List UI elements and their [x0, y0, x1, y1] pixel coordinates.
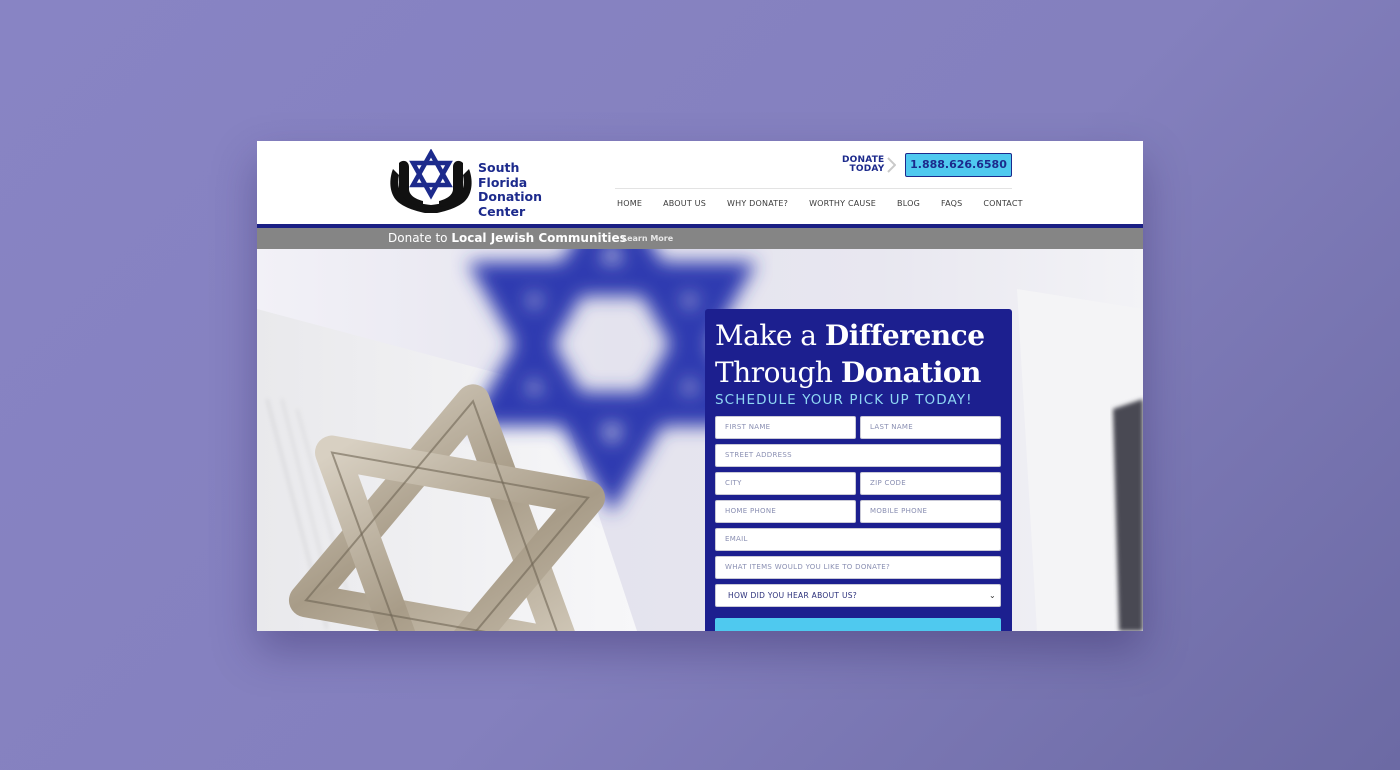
ribbon-text-prefix: Donate to	[388, 231, 452, 245]
form-subheading: SCHEDULE YOUR PICK UP TODAY!	[715, 392, 973, 408]
email-field[interactable]: EMAIL	[715, 528, 1001, 551]
logo-line: Center	[478, 203, 526, 219]
nav-divider	[615, 188, 1012, 189]
announcement-ribbon: Donate to Local Jewish Communities Learn…	[257, 228, 1143, 249]
last-name-field[interactable]: LAST NAME	[860, 416, 1001, 439]
nav-item-why-donate[interactable]: WHY DONATE?	[727, 199, 788, 213]
browser-screenshot-frame: South Florida Donation Center DONATE TOD…	[257, 141, 1143, 631]
first-name-field[interactable]: FIRST NAME	[715, 416, 856, 439]
referral-source-select[interactable]: HOW DID YOU HEAR ABOUT US? ⌄	[715, 584, 1001, 607]
heading-part: Make a	[715, 319, 825, 352]
heading-emphasis: Difference	[824, 319, 985, 352]
logo-wordmark: South Florida Donation Center	[478, 160, 558, 219]
donation-items-field[interactable]: WHAT ITEMS WOULD YOU LIKE TO DONATE?	[715, 556, 1001, 579]
donate-today-link[interactable]: DONATE TODAY	[842, 156, 897, 174]
home-phone-field[interactable]: HOME PHONE	[715, 500, 856, 523]
main-nav: HOME ABOUT US WHY DONATE? WORTHY CAUSE B…	[617, 199, 1023, 213]
site-logo[interactable]: South Florida Donation Center	[387, 149, 547, 218]
logo-line: Florida	[478, 174, 528, 190]
nav-item-contact[interactable]: CONTACT	[983, 199, 1022, 213]
zip-code-field[interactable]: ZIP CODE	[860, 472, 1001, 495]
nav-item-worthy-cause[interactable]: WORTHY CAUSE	[809, 199, 876, 213]
learn-more-link[interactable]: Learn More	[622, 234, 673, 243]
ribbon-text-bold: Local Jewish Communities	[451, 231, 627, 245]
site-header: South Florida Donation Center DONATE TOD…	[257, 141, 1143, 224]
pickup-form-card: Make a Difference Through Donation SCHED…	[705, 309, 1012, 631]
nav-item-blog[interactable]: BLOG	[897, 199, 920, 213]
submit-button[interactable]	[715, 618, 1001, 631]
form-heading: Make a Difference Through Donation	[715, 317, 1015, 391]
nav-item-about-us[interactable]: ABOUT US	[663, 199, 706, 213]
logo-line: Donation	[478, 189, 543, 204]
nav-item-home[interactable]: HOME	[617, 199, 642, 213]
heading-emphasis: Donation	[840, 356, 982, 389]
nav-item-faqs[interactable]: FAQS	[941, 199, 962, 213]
street-address-field[interactable]: STREET ADDRESS	[715, 444, 1001, 467]
chevron-right-icon	[887, 157, 897, 173]
phone-button[interactable]: 1.888.626.6580	[905, 153, 1012, 177]
city-field[interactable]: CITY	[715, 472, 856, 495]
logo-line: South	[478, 160, 520, 175]
donate-today-line2: TODAY	[849, 164, 885, 174]
mobile-phone-field[interactable]: MOBILE PHONE	[860, 500, 1001, 523]
ribbon-text: Donate to Local Jewish Communities	[388, 231, 627, 245]
star-of-david-hands-icon	[390, 149, 472, 213]
referral-source-value: HOW DID YOU HEAR ABOUT US?	[728, 591, 858, 600]
heading-part: Through	[715, 356, 841, 389]
chevron-down-icon: ⌄	[988, 591, 996, 600]
